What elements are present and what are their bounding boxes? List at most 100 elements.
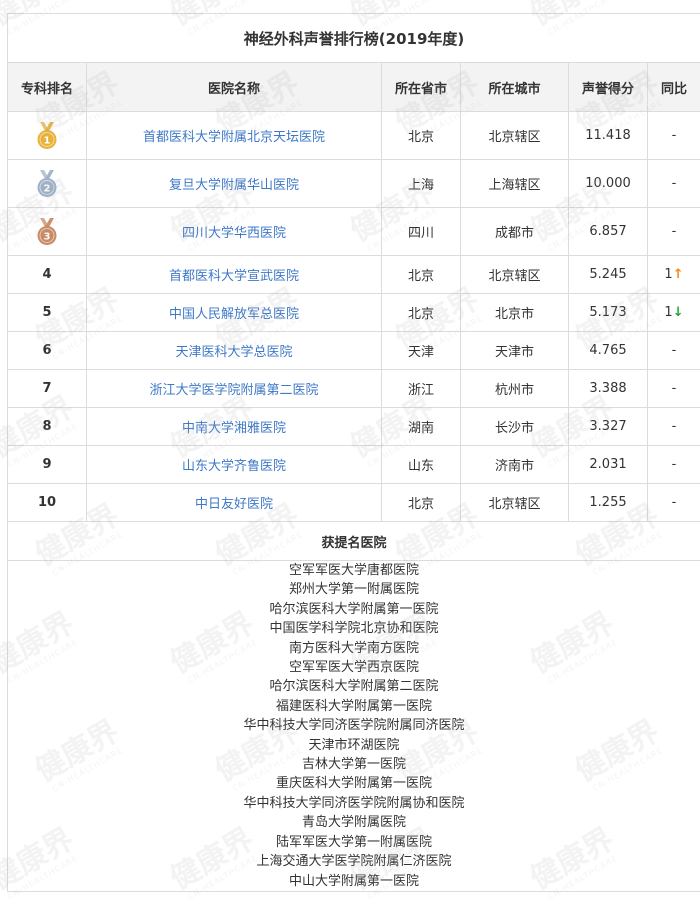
rank-cell: 4 bbox=[7, 255, 87, 294]
list-item: 哈尔滨医科大学附属第二医院 bbox=[269, 679, 439, 695]
list-item: 天津市环湖医院 bbox=[308, 737, 400, 753]
arrow-down-icon: ↓ bbox=[672, 305, 684, 320]
change-value: - bbox=[671, 457, 677, 472]
city-cell: 北京辖区 bbox=[460, 483, 569, 522]
change-value: 1 bbox=[664, 305, 673, 320]
medal-icon: 3 bbox=[36, 217, 58, 246]
score-cell: 3.388 bbox=[568, 369, 648, 408]
list-item: 青岛大学附属医院 bbox=[302, 815, 407, 831]
change-value: 1 bbox=[664, 267, 673, 282]
list-item: 福建医科大学附属第一医院 bbox=[276, 698, 433, 714]
rank-number: 5 bbox=[42, 305, 52, 320]
province-cell: 北京 bbox=[381, 293, 461, 332]
change-cell: - bbox=[646, 407, 700, 446]
hospital-name[interactable]: 四川大学华西医院 bbox=[86, 207, 382, 256]
score-cell: 3.327 bbox=[568, 407, 648, 446]
rank-cell: 6 bbox=[7, 331, 87, 370]
rank-cell: 5 bbox=[7, 293, 87, 332]
ranking-table: 神经外科声誉排行榜(2019年度) 专科排名 医院名称 所在省市 所在城市 声誉… bbox=[6, 13, 700, 892]
nominated-list-row: 空军军医大学唐都医院 郑州大学第一附属医院 哈尔滨医科大学附属第一医院 中国医学科学院… bbox=[6, 560, 700, 892]
list-item: 华中科技大学同济医学院附属同济医院 bbox=[243, 718, 465, 734]
header-score: 声誉得分 bbox=[568, 62, 648, 112]
hospital-name[interactable]: 中日友好医院 bbox=[86, 483, 382, 522]
title-row: 神经外科声誉排行榜(2019年度) bbox=[6, 13, 700, 63]
score-cell: 11.418 bbox=[568, 111, 648, 160]
list-item: 吉林大学第一医院 bbox=[302, 757, 407, 773]
hospital-name[interactable]: 首都医科大学宣武医院 bbox=[86, 255, 382, 294]
table-row: 7 浙江大学医学院附属第二医院 浙江 杭州市 3.388 - bbox=[7, 369, 700, 408]
list-item: 上海交通大学医学院附属仁济医院 bbox=[256, 854, 452, 870]
hospital-name[interactable]: 复旦大学附属华山医院 bbox=[86, 159, 382, 208]
list-item: 华中科技大学同济医学院附属协和医院 bbox=[243, 795, 465, 811]
ranking-body: 1 首都医科大学附属北京天坛医院 北京 北京辖区 11.418-2 复旦大学附属华山医院上… bbox=[7, 111, 700, 522]
rank-cell: 2 bbox=[7, 159, 87, 208]
medal-icon: 1 bbox=[36, 121, 58, 150]
score-cell: 4.765 bbox=[568, 331, 648, 370]
list-item: 中山大学附属第一医院 bbox=[289, 873, 420, 889]
header-city: 所在城市 bbox=[460, 62, 569, 112]
score-cell: 2.031 bbox=[568, 445, 648, 484]
table-row: 5 中国人民解放军总医院 北京 北京市 5.173 1↓ bbox=[7, 293, 700, 332]
list-item: 南方医科大学南方医院 bbox=[289, 640, 420, 656]
hospital-name[interactable]: 天津医科大学总医院 bbox=[86, 331, 382, 370]
medal-rank-text: 1 bbox=[44, 135, 51, 146]
table-row: 10 中日友好医院 北京 北京辖区 1.255 - bbox=[7, 483, 700, 522]
hospital-name[interactable]: 中南大学湘雅医院 bbox=[86, 407, 382, 446]
arrow-up-icon: ↑ bbox=[672, 267, 684, 282]
rank-cell: 7 bbox=[7, 369, 87, 408]
rank-number: 10 bbox=[37, 495, 57, 510]
table-row: 3 四川大学华西医院 四川 成都市 6.857 - bbox=[7, 207, 700, 256]
score-cell: 6.857 bbox=[568, 207, 648, 256]
table-row: 6 天津医科大学总医院 天津 天津市 4.765 - bbox=[7, 331, 700, 370]
province-cell: 湖南 bbox=[381, 407, 461, 446]
city-cell: 成都市 bbox=[460, 207, 569, 256]
hospital-name[interactable]: 山东大学齐鲁医院 bbox=[86, 445, 382, 484]
change-value: - bbox=[671, 419, 677, 434]
city-cell: 北京辖区 bbox=[460, 111, 569, 160]
province-cell: 山东 bbox=[381, 445, 461, 484]
province-cell: 北京 bbox=[381, 255, 461, 294]
city-cell: 北京市 bbox=[460, 293, 569, 332]
rank-cell: 3 bbox=[7, 207, 87, 256]
city-cell: 杭州市 bbox=[460, 369, 569, 408]
change-cell: - bbox=[646, 445, 700, 484]
rank-cell: 10 bbox=[7, 483, 87, 522]
city-cell: 天津市 bbox=[460, 331, 569, 370]
hospital-name[interactable]: 首都医科大学附属北京天坛医院 bbox=[86, 111, 382, 160]
city-cell: 上海辖区 bbox=[460, 159, 569, 208]
score-cell: 5.173 bbox=[568, 293, 648, 332]
rank-number: 8 bbox=[42, 419, 52, 434]
change-cell: - bbox=[646, 111, 700, 160]
list-item: 哈尔滨医科大学附属第一医院 bbox=[269, 601, 439, 617]
change-value: - bbox=[671, 343, 677, 358]
change-cell: 1↑ bbox=[646, 255, 700, 294]
medal-rank-text: 2 bbox=[44, 183, 51, 194]
table-row: 1 首都医科大学附属北京天坛医院 北京 北京辖区 11.418 - bbox=[7, 111, 700, 160]
rank-cell: 9 bbox=[7, 445, 87, 484]
hospital-name[interactable]: 浙江大学医学院附属第二医院 bbox=[86, 369, 382, 408]
change-value: - bbox=[671, 128, 677, 143]
table-row: 2 复旦大学附属华山医院 上海 上海辖区 10.000 - bbox=[7, 159, 700, 208]
list-item: 郑州大学第一附属医院 bbox=[289, 582, 420, 598]
change-value: - bbox=[671, 224, 677, 239]
rank-number: 9 bbox=[42, 457, 52, 472]
rank-number: 7 bbox=[42, 381, 52, 396]
change-cell: - bbox=[646, 483, 700, 522]
list-item: 中国医学科学院北京协和医院 bbox=[269, 621, 439, 637]
nominated-title: 获提名医院 bbox=[6, 521, 700, 561]
rank-number: 6 bbox=[42, 343, 52, 358]
city-cell: 北京辖区 bbox=[460, 255, 569, 294]
score-cell: 10.000 bbox=[568, 159, 648, 208]
hospital-name[interactable]: 中国人民解放军总医院 bbox=[86, 293, 382, 332]
province-cell: 浙江 bbox=[381, 369, 461, 408]
rank-number: 4 bbox=[42, 267, 52, 282]
province-cell: 四川 bbox=[381, 207, 461, 256]
city-cell: 济南市 bbox=[460, 445, 569, 484]
nominated-list: 空军军医大学唐都医院 郑州大学第一附属医院 哈尔滨医科大学附属第一医院 中国医学科学院… bbox=[6, 560, 700, 892]
table-row: 9 山东大学齐鲁医院 山东 济南市 2.031 - bbox=[7, 445, 700, 484]
change-cell: 1↓ bbox=[646, 293, 700, 332]
change-cell: - bbox=[646, 159, 700, 208]
header-province: 所在省市 bbox=[381, 62, 461, 112]
table-row: 4 首都医科大学宣武医院 北京 北京辖区 5.245 1↑ bbox=[7, 255, 700, 294]
header-rank: 专科排名 bbox=[7, 62, 87, 112]
